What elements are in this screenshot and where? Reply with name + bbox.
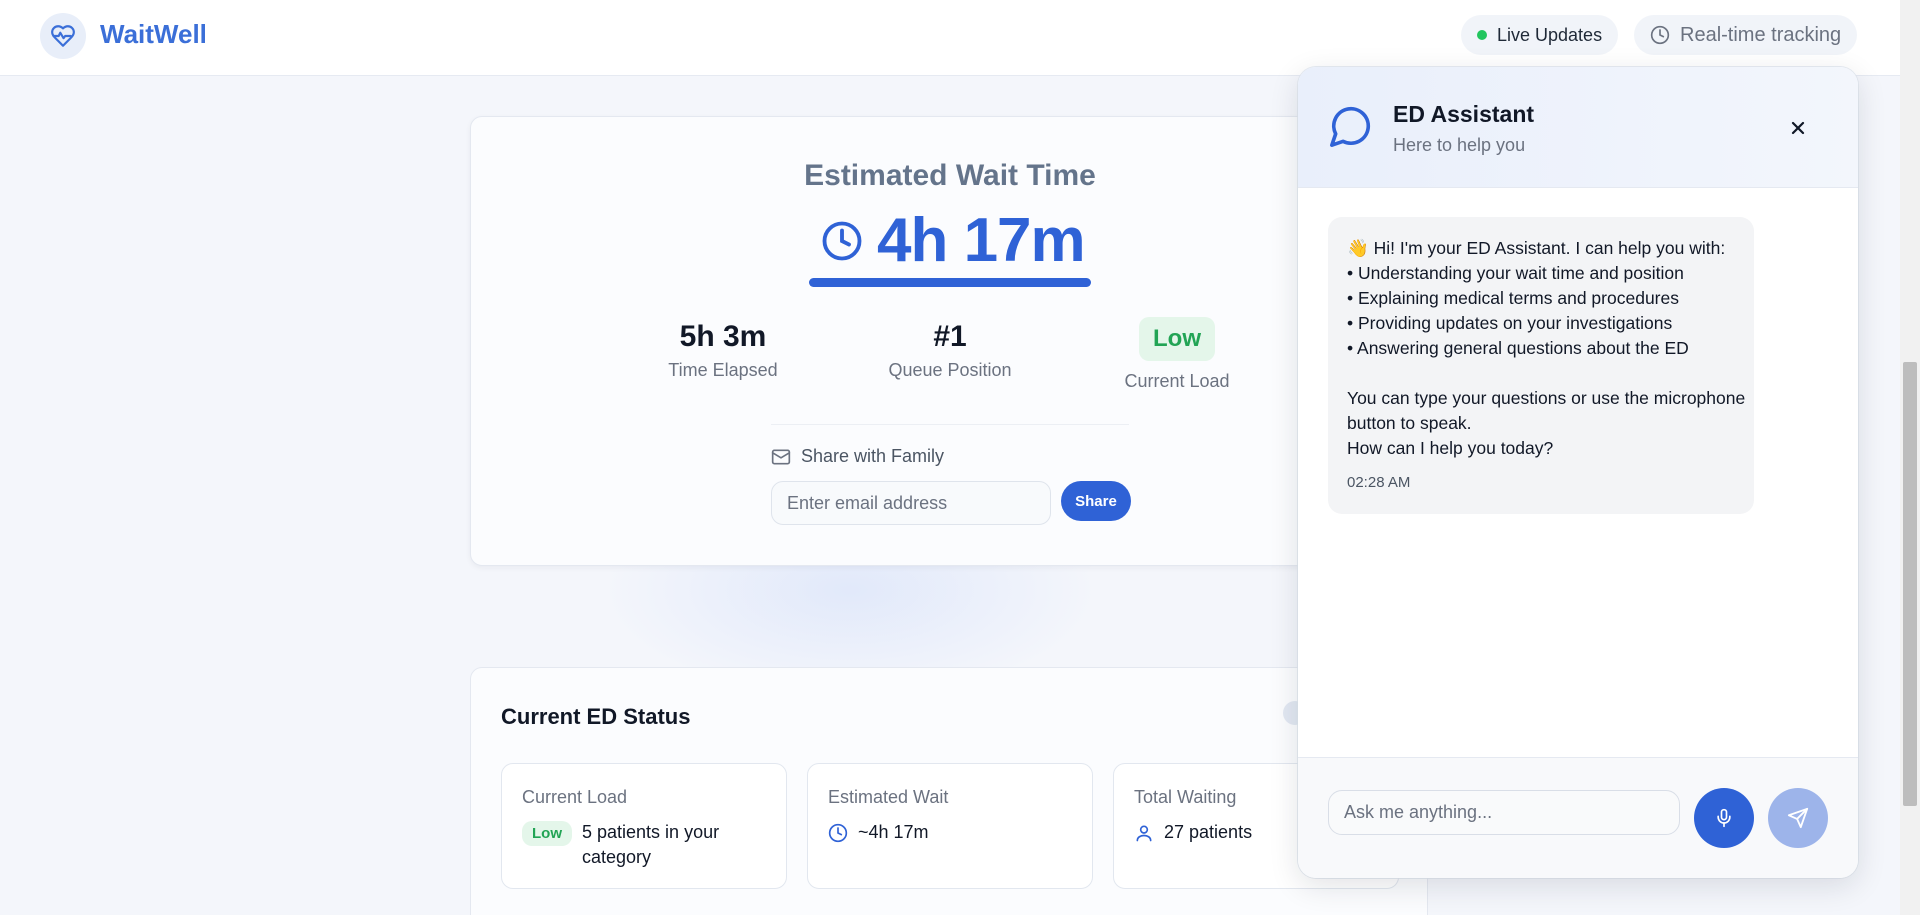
chat-subtitle: Here to help you — [1393, 135, 1526, 155]
chat-title: ED Assistant — [1393, 101, 1535, 127]
clock-icon — [1650, 25, 1670, 45]
stat-value: 5h 3m — [679, 320, 767, 353]
card-text: ~4h 17m — [858, 822, 929, 842]
divider — [771, 424, 1129, 425]
card-label: Total Waiting — [1134, 787, 1237, 807]
message-timestamp: 02:28 AM — [1347, 474, 1411, 491]
email-input[interactable] — [771, 481, 1051, 525]
status-title: Current ED Status — [501, 704, 691, 729]
live-updates-badge: Live Updates — [1461, 15, 1619, 55]
chat-input[interactable] — [1328, 790, 1680, 835]
stat-queue-position: #1 Queue Position — [850, 320, 1050, 381]
wait-time-card: Estimated Wait Time 4h 17m 5h 3m Time El… — [470, 116, 1428, 566]
assistant-message: 👋 Hi! I'm your ED Assistant. I can help … — [1328, 217, 1754, 514]
stat-current-load: Low Current Load — [1077, 317, 1277, 392]
message-text: 👋 Hi! I'm your ED Assistant. I can help … — [1347, 238, 1746, 458]
close-icon[interactable] — [1786, 116, 1810, 140]
microphone-button[interactable] — [1694, 788, 1754, 848]
heart-pulse-icon[interactable] — [40, 13, 86, 59]
send-icon — [1787, 807, 1809, 829]
clock-icon — [828, 823, 848, 842]
share-label-text: Share with Family — [801, 446, 945, 466]
brand-name[interactable]: WaitWell — [100, 19, 207, 50]
stat-label: Queue Position — [888, 360, 1012, 380]
clock-icon — [822, 221, 862, 260]
live-updates-label: Live Updates — [1497, 24, 1603, 45]
chat-header: ED Assistant Here to help you — [1298, 67, 1858, 188]
card-label: Current Load — [522, 787, 628, 807]
stat-label: Current Load — [1124, 371, 1230, 391]
wait-time-title: Estimated Wait Time — [804, 159, 1096, 192]
card-row: 27 patients — [1134, 822, 1252, 843]
current-load-card: Current Load Low 5 patients in your cate… — [501, 763, 787, 889]
card-text: 5 patients in your category — [582, 822, 720, 867]
ed-assistant-chat: ED Assistant Here to help you 👋 Hi! I'm … — [1298, 67, 1858, 878]
stat-time-elapsed: 5h 3m Time Elapsed — [623, 320, 823, 381]
realtime-tracking-badge: Real-time tracking — [1634, 15, 1858, 55]
card-text: 27 patients — [1164, 822, 1253, 842]
ed-status-card: Current ED Status Current Load Low 5 pat… — [470, 667, 1428, 915]
card-row: Low 5 patients in your category — [522, 820, 742, 870]
estimated-wait-card: Estimated Wait ~4h 17m — [807, 763, 1093, 889]
message-circle-icon — [1330, 106, 1371, 147]
wait-time-value: 4h 17m — [877, 206, 1086, 275]
mail-icon — [771, 449, 791, 464]
scrollbar-thumb[interactable] — [1903, 362, 1917, 806]
card-label: Estimated Wait — [828, 787, 949, 807]
live-dot-icon — [1477, 30, 1487, 40]
share-button[interactable]: Share — [1061, 481, 1131, 521]
stat-label: Time Elapsed — [668, 360, 778, 380]
load-badge: Low — [522, 821, 572, 846]
load-badge: Low — [1139, 317, 1215, 361]
share-with-family-label: Share with Family — [771, 446, 944, 467]
user-icon — [1136, 825, 1152, 841]
chat-footer — [1298, 757, 1858, 878]
stat-value: #1 — [933, 320, 967, 353]
realtime-tracking-label: Real-time tracking — [1680, 23, 1842, 46]
top-header: WaitWell Live Updates Real-time tracking — [0, 0, 1900, 76]
card-row: ~4h 17m — [828, 822, 929, 843]
wait-time-underline — [809, 278, 1091, 287]
send-button[interactable] — [1768, 788, 1828, 848]
wait-time-row: 4h 17m — [821, 205, 1086, 276]
microphone-icon — [1717, 808, 1731, 828]
